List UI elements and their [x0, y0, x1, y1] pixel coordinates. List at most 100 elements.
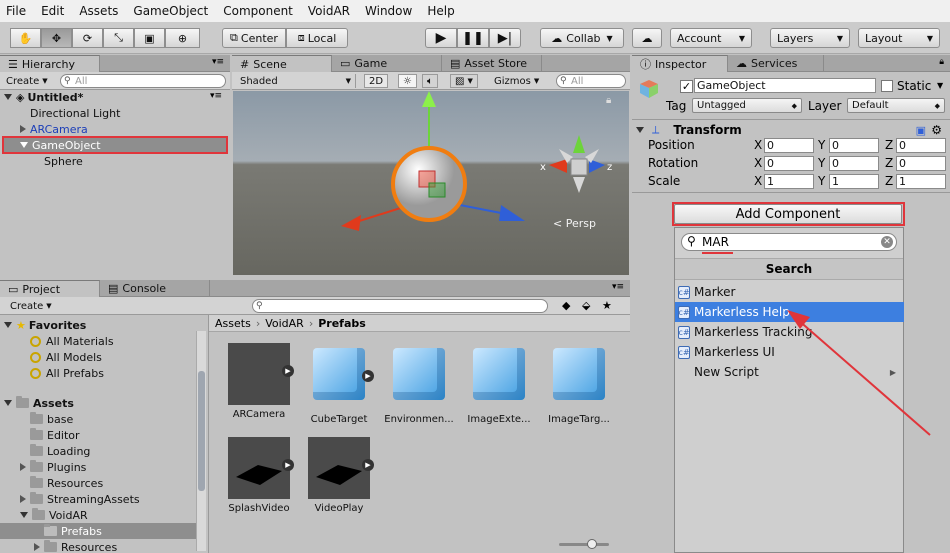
search-icon: ⚲: [256, 301, 263, 311]
layout-dropdown[interactable]: Layout ▼: [858, 28, 940, 48]
shading-mode-dropdown[interactable]: Shaded ▼: [236, 74, 356, 88]
hand-tool-button[interactable]: ✋: [10, 28, 41, 48]
move-icon: ✥: [51, 31, 62, 45]
folder-resources[interactable]: Resources: [30, 475, 103, 491]
scene-menu-icon[interactable]: ▾≡: [210, 91, 222, 101]
asset-arcamera[interactable]: ▶ ARCamera: [219, 343, 299, 420]
zoom-slider[interactable]: [559, 539, 609, 549]
favorites-row[interactable]: ★ Favorites: [4, 317, 86, 333]
local-label: Local: [307, 31, 337, 45]
folder-base[interactable]: base: [30, 411, 73, 427]
play-icon[interactable]: ▶: [282, 459, 294, 471]
expand-icon: [20, 125, 26, 133]
menu-assets[interactable]: Assets: [79, 4, 118, 18]
project-subbar: Create ▼ ⚲ ◆ ⬙ ★: [0, 297, 630, 315]
tab-scene[interactable]: # Scene: [232, 55, 332, 72]
folder-editor[interactable]: Editor: [30, 427, 80, 443]
image-icon: ▨: [455, 75, 465, 87]
cube-icon: [473, 348, 525, 400]
hierarchy-create-button[interactable]: Create ▼: [2, 74, 52, 88]
pivot-center-button[interactable]: ⧉ Center: [222, 28, 286, 48]
folder-voidar[interactable]: VoidAR: [20, 507, 88, 523]
breadcrumb-prefabs[interactable]: Prefabs: [318, 317, 366, 330]
panel-menu-icon[interactable]: ▾≡: [212, 57, 224, 67]
asset-environment[interactable]: Environmen...: [379, 343, 459, 425]
scale-tool-button[interactable]: ⤡: [103, 28, 134, 48]
star-filter-icon[interactable]: ★: [602, 299, 612, 312]
rotate-icon: ⟳: [82, 31, 93, 45]
favorite-all-models[interactable]: All Models: [30, 349, 102, 365]
account-dropdown[interactable]: Account ▼: [670, 28, 752, 48]
zoom-slider-thumb[interactable]: [587, 539, 597, 549]
hierarchy-subbar: Create ▼ ⚲ All: [0, 72, 230, 90]
pivot-local-button[interactable]: ⧈ Local: [286, 28, 348, 48]
effects-dropdown[interactable]: ▨ ▼: [450, 74, 478, 88]
menu-voidar[interactable]: VoidAR: [308, 4, 350, 18]
hierarchy-item-sphere[interactable]: Sphere: [44, 153, 83, 169]
asset-cubetarget[interactable]: ▶ CubeTarget: [299, 343, 379, 425]
asset-imageextended[interactable]: ImageExte...: [459, 343, 539, 425]
menu-edit[interactable]: Edit: [41, 4, 64, 18]
play-icon[interactable]: ▶: [362, 459, 374, 471]
menu-gameobject[interactable]: GameObject: [133, 4, 208, 18]
menu-help[interactable]: Help: [427, 4, 454, 18]
folder-loading[interactable]: Loading: [30, 443, 90, 459]
folder-voidar-resources[interactable]: Resources: [34, 539, 117, 553]
breadcrumb-voidar[interactable]: VoidAR: [265, 317, 304, 330]
tab-project[interactable]: ▭ Project: [0, 280, 100, 297]
hierarchy-search-input[interactable]: ⚲ All: [60, 74, 226, 88]
hierarchy-item-directional-light[interactable]: Directional Light: [30, 105, 120, 121]
item-label: Resources: [61, 540, 118, 553]
asset-splashvideo[interactable]: ▶ SplashVideo: [219, 437, 299, 514]
favorite-all-prefabs[interactable]: All Prefabs: [30, 365, 104, 381]
lighting-toggle[interactable]: ☼: [398, 74, 417, 88]
project-search-input[interactable]: ⚲: [252, 299, 548, 313]
menu-file[interactable]: File: [6, 4, 26, 18]
folder-prefabs[interactable]: Prefabs: [0, 523, 196, 539]
tab-hierarchy[interactable]: ☰ Hierarchy: [0, 55, 100, 72]
play-icon[interactable]: ▶: [282, 365, 294, 377]
play-button[interactable]: ▶: [425, 28, 457, 48]
tab-game[interactable]: ▭ Game: [332, 55, 442, 72]
rotate-tool-button[interactable]: ⟳: [72, 28, 103, 48]
hierarchy-item-arcamera[interactable]: ARCamera: [20, 121, 88, 137]
folder-plugins[interactable]: Plugins: [20, 459, 86, 475]
layers-dropdown[interactable]: Layers ▼: [770, 28, 850, 48]
play-icon[interactable]: ▶: [362, 370, 374, 382]
tree-scrollbar-thumb[interactable]: [198, 371, 205, 491]
favorite-all-materials[interactable]: All Materials: [30, 333, 114, 349]
collab-dropdown[interactable]: ☁ Collab ▼: [540, 28, 624, 48]
scene-viewport[interactable]: x z < Persp 🔒︎: [233, 91, 629, 275]
move-tool-button[interactable]: ✥: [41, 28, 72, 48]
scene-root-row[interactable]: ◈ Untitled*: [4, 89, 83, 105]
y-axis-arrow: [422, 91, 436, 107]
breadcrumb-assets[interactable]: Assets: [215, 317, 251, 330]
transform-tool-button[interactable]: ⊕: [165, 28, 200, 48]
menu-window[interactable]: Window: [365, 4, 412, 18]
filter-type-icon[interactable]: ◆: [562, 299, 570, 312]
asset-videoplay[interactable]: ▶ VideoPlay: [299, 437, 379, 514]
folder-icon: [30, 444, 43, 456]
project-create-button[interactable]: Create ▼: [6, 299, 56, 313]
cloud-button[interactable]: ☁: [632, 28, 662, 48]
folder-streamingassets[interactable]: StreamingAssets: [20, 491, 140, 507]
step-button[interactable]: ▶|: [489, 28, 521, 48]
persp-label[interactable]: < Persp: [553, 217, 596, 230]
tree-scrollbar[interactable]: [196, 331, 206, 551]
create-label: Create: [10, 300, 44, 312]
pause-button[interactable]: ❚❚: [457, 28, 489, 48]
asset-imagetarget[interactable]: ImageTarg...: [539, 343, 619, 425]
tag-icon[interactable]: ⬙: [582, 299, 590, 312]
lock-icon[interactable]: 🔒︎: [606, 95, 611, 106]
audio-toggle[interactable]: 🔈︎: [422, 74, 438, 88]
rect-icon: ▣: [144, 31, 155, 45]
gizmos-dropdown[interactable]: Gizmos ▼: [490, 74, 543, 88]
tab-asset-store[interactable]: ▤ Asset Store: [442, 55, 542, 72]
rect-tool-button[interactable]: ▣: [134, 28, 165, 48]
panel-menu-icon[interactable]: ▾≡: [612, 282, 624, 292]
mode-2d-toggle[interactable]: 2D: [364, 74, 389, 88]
assets-root-row[interactable]: Assets: [4, 395, 74, 411]
menu-component[interactable]: Component: [223, 4, 293, 18]
scene-search-input[interactable]: ⚲ All: [556, 74, 626, 88]
tab-console[interactable]: ▤ Console: [100, 280, 210, 297]
